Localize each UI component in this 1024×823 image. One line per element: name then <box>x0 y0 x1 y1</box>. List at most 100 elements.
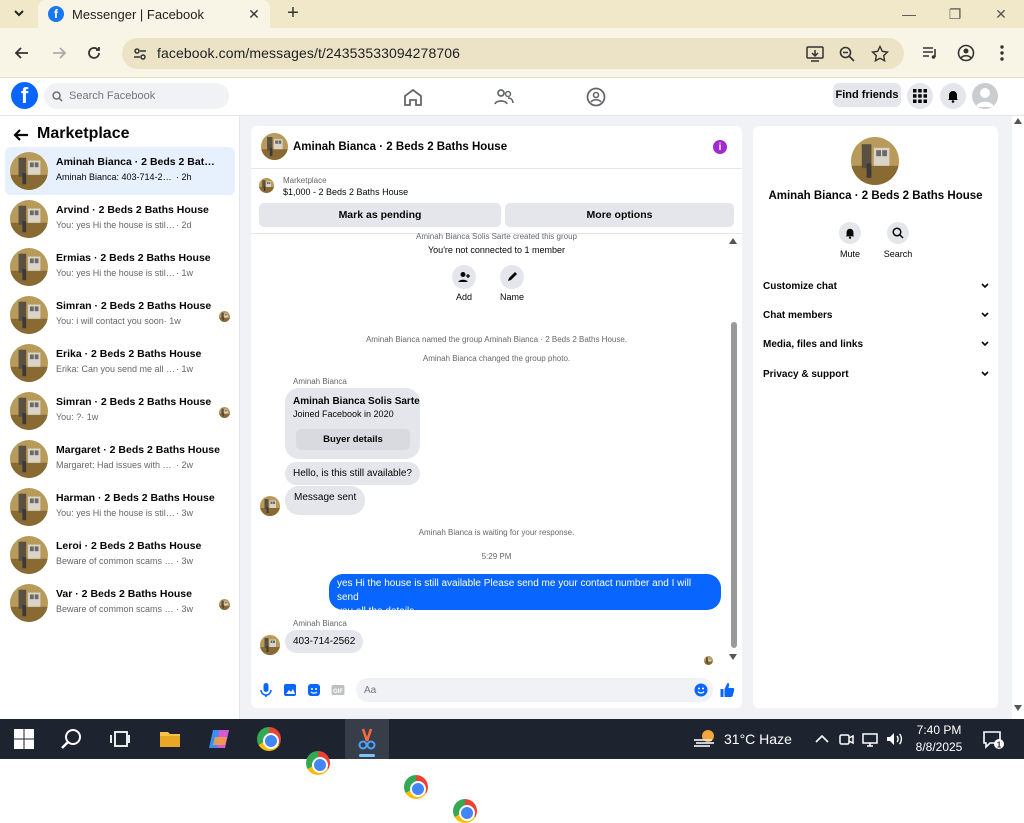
bookmark-star-icon[interactable] <box>871 45 889 63</box>
info-icon[interactable]: i <box>713 140 727 154</box>
close-window-icon[interactable]: ✕ <box>978 0 1024 28</box>
scroll-up-arrow-icon[interactable] <box>1014 118 1022 124</box>
snipping-tool-icon[interactable] <box>355 727 379 751</box>
bell-icon <box>845 228 855 239</box>
conversation-item[interactable]: Leroi · 2 Beds 2 Baths House Beware of co… <box>5 531 235 579</box>
find-friends-button[interactable]: Find friends <box>833 83 901 107</box>
incoming-message[interactable]: Message sent <box>285 486 366 515</box>
listing-thumbnail[interactable] <box>259 178 274 193</box>
gif-icon[interactable]: GIF <box>330 682 346 698</box>
close-tab-icon[interactable]: ✕ <box>244 4 264 24</box>
address-bar[interactable]: facebook.com/messages/t/2435353309427870… <box>122 38 904 69</box>
page-scrollbar[interactable] <box>1012 116 1024 719</box>
groups-icon[interactable] <box>585 86 607 108</box>
facebook-logo[interactable]: f <box>11 82 38 109</box>
add-member-action[interactable]: Add <box>444 265 484 302</box>
back-button[interactable] <box>9 40 35 66</box>
customize-chat-row[interactable]: Customize chat <box>763 276 989 296</box>
clock-date[interactable]: 8/8/2025 <box>910 740 968 754</box>
network-icon[interactable] <box>861 727 879 751</box>
url-text: facebook.com/messages/t/2435353309427870… <box>157 45 460 61</box>
tab-search-button[interactable] <box>6 2 32 24</box>
media-control-button[interactable] <box>917 40 943 66</box>
copilot-icon[interactable] <box>207 727 231 751</box>
chat-members-row[interactable]: Chat members <box>763 305 989 325</box>
scroll-down-arrow-icon[interactable] <box>1014 705 1022 711</box>
chrome-profile-4-icon[interactable] <box>453 799 477 823</box>
task-view-icon[interactable] <box>108 727 132 751</box>
more-options-button[interactable]: More options <box>505 203 734 227</box>
volume-icon[interactable] <box>885 727 903 751</box>
thumbs-up-icon[interactable] <box>719 682 735 698</box>
profile-button[interactable] <box>953 40 979 66</box>
home-icon[interactable] <box>402 86 424 108</box>
conversation-item[interactable]: Erika · 2 Beds 2 Baths House Erika: Can y… <box>5 339 235 387</box>
search-in-chat-button[interactable]: Search <box>880 222 916 259</box>
emoji-icon[interactable] <box>693 682 709 698</box>
conversation-item[interactable]: Ermias · 2 Beds 2 Baths House You: yes Hi… <box>5 243 235 291</box>
message-input[interactable] <box>356 678 713 702</box>
site-settings-icon[interactable] <box>132 46 148 62</box>
search-icon[interactable] <box>60 727 84 751</box>
restore-icon[interactable]: ❐ <box>932 0 978 28</box>
sticker-icon[interactable] <box>306 682 322 698</box>
name-group-action[interactable]: Name <box>492 265 532 302</box>
privacy-support-row[interactable]: Privacy & support <box>763 364 989 384</box>
friends-icon[interactable] <box>493 86 515 108</box>
conversation-item[interactable]: Var · 2 Beds 2 Baths House Beware of comm… <box>5 579 235 627</box>
weather-text[interactable]: 31°C Haze <box>724 731 792 747</box>
minimize-icon[interactable]: — <box>886 0 932 28</box>
mark-as-pending-button[interactable]: Mark as pending <box>259 203 501 227</box>
browser-menu-button[interactable] <box>989 40 1015 66</box>
conversation-item[interactable]: Simran · 2 Beds 2 Baths House You: i will… <box>5 291 235 339</box>
buyer-details-button[interactable]: Buyer details <box>296 429 410 450</box>
search-input[interactable] <box>69 90 219 102</box>
file-explorer-icon[interactable] <box>158 727 182 751</box>
notifications-button[interactable] <box>940 83 966 109</box>
media-files-links-row[interactable]: Media, files and links <box>763 334 989 354</box>
new-tab-button[interactable]: + <box>282 2 304 24</box>
weather-haze-icon[interactable] <box>692 727 718 751</box>
forward-button[interactable] <box>46 40 72 66</box>
chat-title[interactable]: Aminah Bianca · 2 Beds 2 Baths House <box>293 141 507 153</box>
zoom-icon[interactable] <box>838 45 856 63</box>
conversation-item[interactable]: Harman · 2 Beds 2 Baths House You: yes Hi… <box>5 483 235 531</box>
windows-start-icon[interactable] <box>12 727 36 751</box>
install-app-icon[interactable] <box>806 45 824 63</box>
outgoing-message[interactable]: yes Hi the house is still available Plea… <box>329 574 721 617</box>
conversation-item[interactable]: Aminah Bianca · 2 Beds 2 Baths H... Amina… <box>5 147 235 195</box>
microphone-icon[interactable] <box>258 682 274 698</box>
scroll-down-arrow-icon[interactable] <box>729 654 737 660</box>
meet-now-icon[interactable] <box>838 727 854 751</box>
chat-scroll-thumb[interactable] <box>731 322 737 648</box>
conversation-item[interactable]: Arvind · 2 Beds 2 Baths House You: yes Hi… <box>5 195 235 243</box>
mute-button[interactable]: Mute <box>832 222 868 259</box>
chrome-profile-3-icon[interactable] <box>404 775 428 799</box>
chevron-up-icon[interactable] <box>814 727 830 751</box>
notification-center-icon[interactable]: 1 <box>982 727 1004 751</box>
reload-button[interactable] <box>81 40 107 66</box>
chrome-profile-2-icon[interactable] <box>306 751 330 775</box>
sender-avatar[interactable] <box>260 496 280 516</box>
chat-avatar[interactable] <box>261 133 288 160</box>
photo-icon[interactable] <box>282 682 298 698</box>
chat-panel: Aminah Bianca · 2 Beds 2 Baths House i M… <box>251 126 742 708</box>
chrome-profile-1-icon[interactable] <box>257 727 281 751</box>
clock-time[interactable]: 7:40 PM <box>914 723 964 737</box>
scroll-up-arrow-icon[interactable] <box>729 238 737 244</box>
listing-price-title[interactable]: $1,000 - 2 Beds 2 Baths House <box>283 187 408 197</box>
incoming-message[interactable]: 403-714-2562 <box>285 630 364 653</box>
conversation-item[interactable]: Margaret · 2 Beds 2 Baths House Margaret:… <box>5 435 235 483</box>
conversation-item[interactable]: Simran · 2 Beds 2 Baths House You: ?· 1w <box>5 387 235 435</box>
sender-avatar[interactable] <box>260 635 280 655</box>
account-avatar[interactable] <box>972 83 998 109</box>
menu-button[interactable] <box>907 83 933 109</box>
conversation-avatar <box>10 536 48 574</box>
facebook-search[interactable] <box>44 83 229 109</box>
back-arrow-icon[interactable] <box>12 126 30 144</box>
chevron-down-icon <box>981 371 989 377</box>
conversation-name: Arvind · 2 Beds 2 Baths House <box>56 204 209 216</box>
incoming-message[interactable]: Hello, is this still available? <box>285 462 420 485</box>
browser-tab-messenger[interactable]: f Messenger | Facebook ✕ <box>38 0 270 28</box>
chat-group-avatar[interactable] <box>851 137 899 185</box>
